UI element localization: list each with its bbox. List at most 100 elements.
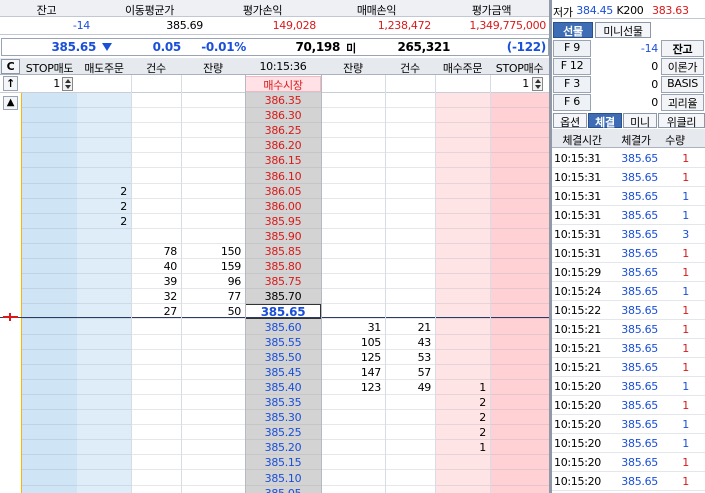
price-cell[interactable]: 385.10	[245, 471, 321, 486]
price-cell[interactable]: 385.25	[245, 425, 321, 440]
clear-button[interactable]: C	[1, 59, 20, 74]
buy-order-cell[interactable]: 2	[435, 396, 486, 411]
price-cell[interactable]: 386.20	[245, 138, 321, 153]
scroll-up-arrow[interactable]: ↑	[3, 76, 18, 91]
buy-order-cell[interactable]	[435, 154, 486, 169]
price-cell[interactable]: 385.85	[245, 244, 321, 259]
buy-order-cell[interactable]	[435, 487, 486, 493]
buy-order-cell[interactable]	[435, 275, 486, 290]
price-cell[interactable]: 385.40	[245, 380, 321, 395]
sell-order-cell[interactable]	[77, 396, 127, 411]
sell-order-cell[interactable]	[77, 170, 127, 185]
price-cell[interactable]: 385.60	[245, 320, 321, 335]
disparity-button[interactable]: 괴리율	[661, 94, 704, 111]
sell-order-cell[interactable]	[77, 351, 127, 366]
sell-order-cell[interactable]	[77, 290, 127, 305]
sell-order-cell[interactable]	[77, 336, 127, 351]
sell-qty-value[interactable]: 1	[24, 77, 60, 90]
sell-order-cell[interactable]	[77, 321, 127, 336]
price-cell[interactable]: 385.70	[245, 289, 321, 304]
buy-order-cell[interactable]	[435, 305, 486, 320]
theoretical-price-button[interactable]: 이론가	[661, 58, 704, 75]
tab-trades[interactable]: 체결	[588, 113, 622, 129]
market-buy-button[interactable]: 매수시장	[245, 76, 321, 92]
buy-order-cell[interactable]	[435, 336, 486, 351]
buy-qty-value[interactable]: 1	[493, 77, 529, 90]
price-cell[interactable]: 385.30	[245, 410, 321, 425]
sell-order-cell[interactable]: 2	[77, 185, 127, 200]
buy-order-cell[interactable]	[435, 230, 486, 245]
price-cell[interactable]: 385.35	[245, 395, 321, 410]
sell-order-cell[interactable]	[77, 245, 127, 260]
price-cell[interactable]: 385.05	[245, 486, 321, 493]
sell-order-cell[interactable]	[77, 305, 127, 320]
sell-order-cell[interactable]	[77, 366, 127, 381]
buy-order-cell[interactable]: 2	[435, 426, 486, 441]
sell-order-cell[interactable]	[77, 124, 127, 139]
buy-order-cell[interactable]	[435, 185, 486, 200]
buy-order-cell[interactable]	[435, 124, 486, 139]
tab-futures[interactable]: 선물	[553, 22, 593, 38]
sell-order-cell[interactable]	[77, 456, 127, 471]
buy-order-cell[interactable]	[435, 290, 486, 305]
tab-weekly[interactable]: 위클리	[658, 113, 705, 129]
price-cell[interactable]: 386.10	[245, 169, 321, 184]
price-cell[interactable]: 385.15	[245, 455, 321, 470]
fkey-f12-label[interactable]: F 12	[553, 58, 591, 75]
buy-order-cell[interactable]	[435, 94, 486, 109]
sell-order-cell[interactable]	[77, 230, 127, 245]
price-cell[interactable]: 385.75	[245, 274, 321, 289]
sell-order-cell[interactable]	[77, 94, 127, 109]
price-cell[interactable]: 386.30	[245, 108, 321, 123]
buy-qty-stepper[interactable]	[532, 77, 543, 91]
sell-order-cell[interactable]	[77, 381, 127, 396]
balance-button[interactable]: 잔고	[661, 40, 704, 57]
sell-order-cell[interactable]	[77, 426, 127, 441]
price-cell[interactable]: 386.00	[245, 199, 321, 214]
fkey-f6-label[interactable]: F 6	[553, 94, 591, 111]
buy-order-cell[interactable]: 2	[435, 411, 486, 426]
price-cell[interactable]: 386.35	[245, 93, 321, 108]
buy-order-cell[interactable]: 1	[435, 381, 486, 396]
sell-order-cell[interactable]	[77, 487, 127, 493]
buy-order-cell[interactable]	[435, 200, 486, 215]
sell-qty-stepper[interactable]	[62, 77, 73, 91]
tab-mini-futures[interactable]: 미니선물	[595, 22, 651, 38]
buy-order-cell[interactable]	[435, 215, 486, 230]
sell-order-cell[interactable]: 2	[77, 200, 127, 215]
tab-options[interactable]: 옵션	[553, 113, 587, 129]
price-cell[interactable]: 385.20	[245, 440, 321, 455]
buy-order-cell[interactable]	[435, 170, 486, 185]
price-cell[interactable]: 386.25	[245, 123, 321, 138]
sell-order-cell[interactable]: 2	[77, 215, 127, 230]
price-cell[interactable]: 385.90	[245, 229, 321, 244]
price-cell[interactable]: 385.80	[245, 259, 321, 274]
buy-order-cell[interactable]	[435, 139, 486, 154]
sell-order-cell[interactable]	[77, 109, 127, 124]
buy-order-cell[interactable]	[435, 260, 486, 275]
price-cell[interactable]: 385.55	[245, 335, 321, 350]
sell-order-cell[interactable]	[77, 411, 127, 426]
buy-order-cell[interactable]	[435, 321, 486, 336]
buy-order-cell[interactable]	[435, 109, 486, 124]
buy-order-cell[interactable]	[435, 472, 486, 487]
price-cell[interactable]: 385.45	[245, 365, 321, 380]
buy-order-cell[interactable]	[435, 366, 486, 381]
sell-order-cell[interactable]	[77, 260, 127, 275]
price-cell[interactable]: 385.50	[245, 350, 321, 365]
sell-order-cell[interactable]	[77, 275, 127, 290]
basis-button[interactable]: BASIS	[661, 76, 704, 93]
buy-order-cell[interactable]: 1	[435, 441, 486, 456]
price-cell[interactable]: 386.05	[245, 184, 321, 199]
price-cell[interactable]: 386.15	[245, 153, 321, 168]
sell-order-cell[interactable]	[77, 154, 127, 169]
fkey-f9-label[interactable]: F 9	[553, 40, 591, 57]
buy-order-cell[interactable]	[435, 245, 486, 260]
tab-mini[interactable]: 미니	[623, 113, 657, 129]
buy-order-cell[interactable]	[435, 456, 486, 471]
sell-order-cell[interactable]	[77, 441, 127, 456]
buy-order-cell[interactable]	[435, 351, 486, 366]
sell-order-cell[interactable]	[77, 472, 127, 487]
fkey-f3-label[interactable]: F 3	[553, 76, 591, 93]
price-cell[interactable]: 385.95	[245, 214, 321, 229]
